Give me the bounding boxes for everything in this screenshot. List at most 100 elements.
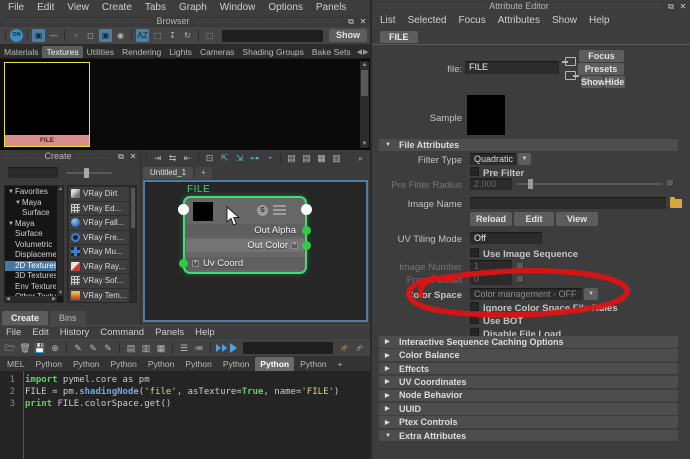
layout-split-icon[interactable]: ▥ bbox=[140, 342, 152, 354]
popout-icon[interactable]: ⧉ bbox=[116, 152, 126, 161]
frame-offset-input[interactable]: 0 bbox=[470, 273, 512, 285]
image-name-input[interactable] bbox=[470, 197, 666, 209]
chevron-down-icon[interactable]: ▼ bbox=[8, 189, 14, 195]
clear-input-icon[interactable]: ⮳ bbox=[339, 342, 351, 354]
section-effects[interactable]: ▶Effects bbox=[379, 363, 678, 375]
create-filter-input[interactable] bbox=[8, 167, 58, 178]
simple-view-icon[interactable]: ▤ bbox=[285, 152, 298, 165]
layout-bottom-icon[interactable]: ▦ bbox=[155, 342, 167, 354]
section-uv-coordinates[interactable]: ▶UV Coordinates bbox=[379, 376, 678, 388]
browser-tab-cameras[interactable]: Cameras bbox=[196, 46, 238, 58]
focus-button[interactable]: Focus bbox=[579, 50, 624, 62]
use-image-sequence-checkbox[interactable] bbox=[470, 248, 479, 257]
marquee-icon[interactable]: ⬚ bbox=[203, 29, 216, 42]
refresh-icon[interactable]: ↻ bbox=[181, 29, 194, 42]
connected-view-icon[interactable]: ▤ bbox=[300, 152, 313, 165]
use-bot-checkbox[interactable] bbox=[470, 315, 479, 324]
show-button[interactable]: Show bbox=[329, 29, 367, 42]
node-output-port[interactable] bbox=[301, 204, 312, 215]
node-input-port[interactable] bbox=[178, 204, 189, 215]
menu-view[interactable]: View bbox=[67, 2, 89, 13]
uv-tiling-mode-select[interactable]: Off bbox=[470, 232, 542, 244]
browser-search-input[interactable] bbox=[222, 30, 323, 42]
execute-all-icon[interactable] bbox=[216, 344, 227, 352]
slider-handle[interactable] bbox=[84, 168, 89, 178]
close-icon[interactable]: ✕ bbox=[128, 152, 138, 161]
script-tab-python-3[interactable]: Python bbox=[105, 357, 141, 371]
pin-icon[interactable]: ⊶ bbox=[248, 152, 261, 165]
add-script-tab-button[interactable]: + bbox=[333, 357, 348, 371]
script-tab-python-7[interactable]: Python bbox=[255, 357, 294, 371]
menu-options[interactable]: Options bbox=[268, 2, 302, 13]
show-stack-trace-icon[interactable]: ≔ bbox=[193, 342, 205, 354]
tree-item-displacemen[interactable]: Displacemen bbox=[5, 250, 56, 261]
quick-help-input[interactable] bbox=[243, 342, 333, 354]
output-connections-icon[interactable]: ⇤ bbox=[181, 152, 194, 165]
frame-selection-icon[interactable]: ⬚ bbox=[151, 29, 164, 42]
custom-view-icon[interactable]: ▥ bbox=[330, 152, 343, 165]
node-view-mode-icon[interactable] bbox=[273, 205, 286, 216]
tree-item-maya[interactable]: ▼Maya bbox=[5, 219, 56, 230]
huge-swatch-icon[interactable]: ◉ bbox=[114, 29, 127, 42]
image-number-input[interactable]: 1 bbox=[470, 260, 512, 272]
tree-item-surface[interactable]: Surface bbox=[5, 208, 56, 219]
uv-coord-row[interactable]: + Uv Coord bbox=[186, 257, 304, 270]
menu-edit[interactable]: Edit bbox=[37, 2, 54, 13]
ae-menu-selected[interactable]: Selected bbox=[408, 15, 447, 26]
menu-create[interactable]: Create bbox=[102, 2, 132, 13]
large-swatch-icon[interactable]: ▣ bbox=[99, 29, 112, 42]
tree-hscrollbar[interactable]: ◀ ▶ bbox=[5, 296, 57, 302]
script-tab-python-8[interactable]: Python bbox=[295, 357, 331, 371]
chevron-down-icon[interactable]: ▼ bbox=[8, 221, 14, 227]
tree-item-3d-textures[interactable]: 3D Textures bbox=[5, 271, 56, 282]
script-menu-command[interactable]: Command bbox=[100, 327, 144, 338]
node-type-vray-dirt[interactable]: VRay Dirt bbox=[69, 187, 129, 201]
panel-grip[interactable] bbox=[5, 19, 152, 23]
menu-graph[interactable]: Graph bbox=[179, 2, 207, 13]
section-file-attributes[interactable]: ▼ File Attributes bbox=[379, 139, 678, 151]
tab-scroll-right-icon[interactable]: ▶ bbox=[363, 48, 368, 56]
tree-item-maya[interactable]: ▼Maya bbox=[5, 198, 56, 209]
texture-swatch[interactable]: FILE bbox=[4, 62, 90, 147]
browser-scrollbar[interactable]: ▲ ▼ bbox=[360, 61, 369, 148]
open-script-icon[interactable]: 🗁 bbox=[4, 342, 16, 354]
expand-plus-icon[interactable]: + bbox=[291, 242, 298, 249]
panel-grip[interactable] bbox=[5, 154, 40, 158]
menu-panels[interactable]: Panels bbox=[316, 2, 347, 13]
script-menu-panels[interactable]: Panels bbox=[155, 327, 184, 338]
show-button[interactable]: Show bbox=[581, 76, 603, 88]
tree-item-favorites[interactable]: ▼Favorites bbox=[5, 187, 56, 198]
select-input-connection-icon[interactable] bbox=[565, 57, 576, 66]
list-scrollbar[interactable] bbox=[130, 186, 136, 302]
popout-icon[interactable]: ⧉ bbox=[346, 17, 356, 26]
scroll-thumb[interactable] bbox=[131, 188, 135, 228]
uv-coord-port[interactable] bbox=[179, 259, 188, 268]
browser-tab-rendering[interactable]: Rendering bbox=[118, 46, 165, 58]
chevron-down-icon[interactable]: ▼ bbox=[15, 200, 21, 206]
graph-downstream-icon[interactable]: ⇲ bbox=[233, 152, 246, 165]
select-output-connection-icon[interactable] bbox=[565, 71, 576, 80]
node-editor-canvas[interactable]: FILE S Out Alpha Out Color + bbox=[143, 180, 368, 322]
scroll-left-icon[interactable]: ◀ bbox=[6, 296, 10, 302]
slider-handle[interactable] bbox=[528, 179, 533, 189]
node-type-vray-fall[interactable]: VRay Fall... bbox=[69, 216, 129, 230]
out-color-row[interactable]: Out Color + bbox=[186, 239, 304, 252]
chevron-down-icon[interactable]: ▼ bbox=[584, 288, 598, 300]
ae-menu-attributes[interactable]: Attributes bbox=[498, 15, 540, 26]
input-connections-icon[interactable]: ⇥ bbox=[151, 152, 164, 165]
folder-icon[interactable] bbox=[670, 199, 682, 208]
scroll-down-icon[interactable]: ▼ bbox=[58, 290, 63, 296]
section-uuid[interactable]: ▶UUID bbox=[379, 403, 678, 415]
tab-bins[interactable]: Bins bbox=[50, 311, 86, 325]
node-type-vray-ed[interactable]: VRay Ed... bbox=[69, 202, 129, 216]
medium-swatch-icon[interactable]: ◻ bbox=[84, 29, 97, 42]
save-script-icon[interactable]: 💾 bbox=[34, 342, 46, 354]
browser-tab-bake-sets[interactable]: Bake Sets bbox=[308, 46, 355, 58]
tree-item-lights[interactable]: Lights bbox=[5, 303, 56, 304]
section-color-balance[interactable]: ▶Color Balance bbox=[379, 349, 678, 361]
pre-filter-checkbox[interactable] bbox=[470, 167, 479, 176]
script-menu-help[interactable]: Help bbox=[195, 327, 215, 338]
tab-create[interactable]: Create bbox=[2, 311, 48, 325]
node-type-vray-tem[interactable]: VRay Tem... bbox=[69, 289, 129, 303]
script-menu-file[interactable]: File bbox=[6, 327, 21, 338]
